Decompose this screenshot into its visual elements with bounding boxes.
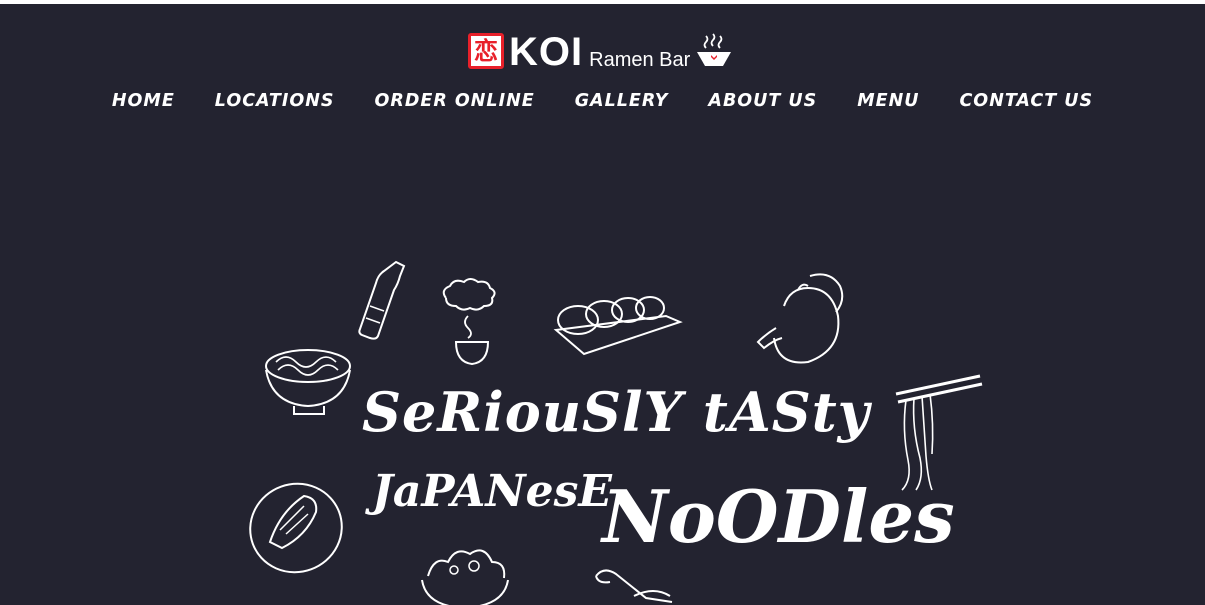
sake-bottle-icon bbox=[356, 258, 412, 344]
nav-menu[interactable]: MENU bbox=[837, 91, 939, 111]
logo-subtitle: Ramen Bar bbox=[589, 49, 691, 71]
hero-line-1: SeRiouSlY tASty bbox=[362, 380, 871, 444]
gyoza-icon bbox=[552, 290, 684, 358]
teapot-icon bbox=[754, 270, 850, 370]
spoon-icon bbox=[590, 566, 680, 605]
noodle-bowl-icon bbox=[262, 344, 358, 416]
salad-bowl-icon bbox=[418, 546, 512, 605]
tea-cup-icon bbox=[438, 276, 504, 368]
nav-locations[interactable]: LOCATIONS bbox=[195, 91, 355, 111]
hero-line-3: NoODles bbox=[602, 474, 955, 559]
nav-order-online[interactable]: ORDER ONLINE bbox=[355, 91, 555, 111]
page: 恋 KOI Ramen Bar HOME LOCATIONS ORDER ONL… bbox=[0, 4, 1205, 605]
logo-name: KOI bbox=[509, 30, 584, 74]
main-nav: HOME LOCATIONS ORDER ONLINE GALLERY ABOU… bbox=[0, 91, 1205, 111]
site-logo[interactable]: 恋 KOI Ramen Bar bbox=[468, 26, 732, 72]
ramen-bowl-icon bbox=[697, 33, 732, 66]
nav-contact-us[interactable]: CONTACT US bbox=[939, 91, 1113, 111]
hero-line-2: JaPANesE bbox=[372, 466, 612, 517]
nav-gallery[interactable]: GALLERY bbox=[555, 91, 689, 111]
nav-about-us[interactable]: ABOUT US bbox=[688, 91, 837, 111]
dumpling-plate-icon bbox=[246, 480, 346, 576]
nav-home[interactable]: HOME bbox=[92, 91, 195, 111]
logo-kanji: 恋 bbox=[468, 33, 504, 69]
